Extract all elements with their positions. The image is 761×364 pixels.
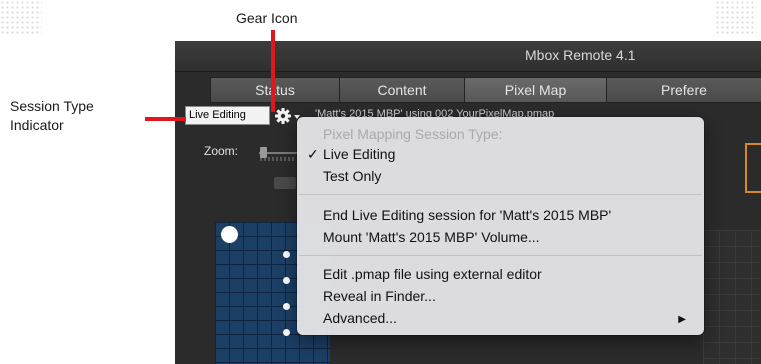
secondary-grid	[703, 230, 761, 364]
menu-item-advanced[interactable]: Advanced...	[323, 310, 397, 326]
pixel-fixture[interactable]	[283, 251, 290, 258]
background-dots	[0, 0, 42, 36]
menu-item-test-only[interactable]: Test Only	[323, 168, 381, 184]
menu-item-edit-pmap[interactable]: Edit .pmap file using external editor	[323, 266, 542, 282]
session-type-callout-line2: Indicator	[10, 117, 64, 133]
pixel-fixture[interactable]	[283, 277, 290, 284]
menu-separator	[299, 255, 702, 256]
background-dots	[715, 0, 757, 36]
session-type-callout-line1: Session Type	[10, 98, 94, 114]
gear-callout-line	[271, 30, 275, 112]
gear-icon-callout-label: Gear Icon	[236, 10, 298, 26]
checkmark-icon: ✓	[307, 146, 319, 162]
menu-item-reveal-in-finder[interactable]: Reveal in Finder...	[323, 288, 436, 304]
tab-pixel-map[interactable]: Pixel Map	[464, 77, 606, 103]
menu-item-live-editing[interactable]: Live Editing	[323, 146, 395, 162]
tab-content-label: Content	[377, 82, 427, 98]
output-region-outline	[745, 143, 761, 193]
menu-item-end-session[interactable]: End Live Editing session for 'Matt's 201…	[323, 207, 611, 223]
session-type-callout-line	[145, 117, 186, 121]
session-type-callout-label: Session Type Indicator	[10, 97, 94, 135]
pixel-fixture[interactable]	[283, 303, 290, 310]
tab-preferences-label: Prefere	[661, 82, 707, 98]
tab-pixel-map-label: Pixel Map	[504, 82, 567, 98]
zoom-reset-button[interactable]	[274, 177, 296, 189]
tab-preferences[interactable]: Prefere	[606, 77, 761, 103]
window-title: Mbox Remote 4.1	[525, 47, 636, 63]
menu-header-session-type: Pixel Mapping Session Type:	[323, 126, 503, 142]
menu-item-mount-volume[interactable]: Mount 'Matt's 2015 MBP' Volume...	[323, 229, 540, 245]
menu-separator	[299, 194, 702, 195]
submenu-arrow-icon: ▶	[678, 314, 686, 325]
tab-content[interactable]: Content	[339, 77, 464, 103]
gear-dropdown-menu: Pixel Mapping Session Type: ✓ Live Editi…	[297, 117, 704, 335]
pixel-fixture[interactable]	[221, 226, 238, 243]
title-bar: Mbox Remote 4.1	[175, 41, 761, 72]
session-type-indicator: Live Editing	[185, 106, 270, 125]
pixel-fixture[interactable]	[283, 329, 290, 336]
tab-bar: Status Content Pixel Map Prefere	[210, 77, 761, 103]
zoom-label: Zoom:	[204, 144, 239, 158]
